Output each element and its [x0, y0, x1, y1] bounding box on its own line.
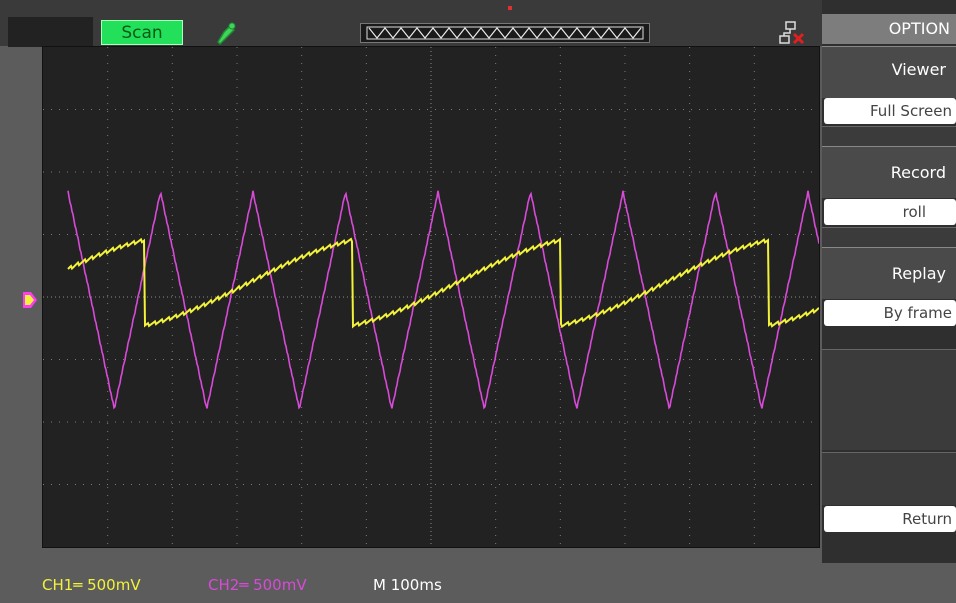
ch1-scale: CH1═ 500mV	[42, 576, 141, 594]
ch2-trace	[67, 190, 819, 410]
probe-icon	[210, 18, 240, 48]
replay-value[interactable]: By frame	[824, 300, 956, 326]
menu-empty-slot	[822, 349, 956, 450]
menu-title: OPTION	[822, 14, 956, 44]
trigger-marker	[508, 6, 512, 10]
status-blank-area	[8, 17, 93, 47]
trigger-position-bar	[360, 23, 650, 43]
record-label: Record	[890, 163, 946, 182]
replay-label: Replay	[891, 264, 946, 283]
top-status-bar: Scan	[0, 0, 822, 48]
scan-mode-indicator: Scan	[101, 20, 183, 45]
viewer-menu-button[interactable]: Viewer	[822, 46, 956, 98]
bottom-status-bar	[0, 563, 956, 603]
record-menu-button[interactable]: Record	[822, 146, 956, 198]
menu-spacer	[822, 227, 956, 248]
channel-1-marker-icon	[22, 289, 38, 311]
ch2-scale: CH2═ 500mV	[208, 576, 307, 594]
ch1-trace	[67, 237, 819, 329]
menu-spacer	[822, 126, 956, 147]
timebase: M 100ms	[373, 576, 442, 594]
viewer-value[interactable]: Full Screen	[824, 98, 956, 124]
menu-empty-slot	[822, 452, 956, 505]
replay-menu-button[interactable]: Replay	[822, 247, 956, 299]
viewer-label: Viewer	[891, 60, 946, 79]
network-disconnected-icon	[778, 20, 806, 46]
waveform-display	[42, 46, 820, 548]
record-value[interactable]: roll	[824, 199, 956, 225]
return-button[interactable]: Return	[824, 506, 956, 532]
option-side-menu: OPTION Viewer Full Screen Record roll Re…	[822, 0, 956, 603]
